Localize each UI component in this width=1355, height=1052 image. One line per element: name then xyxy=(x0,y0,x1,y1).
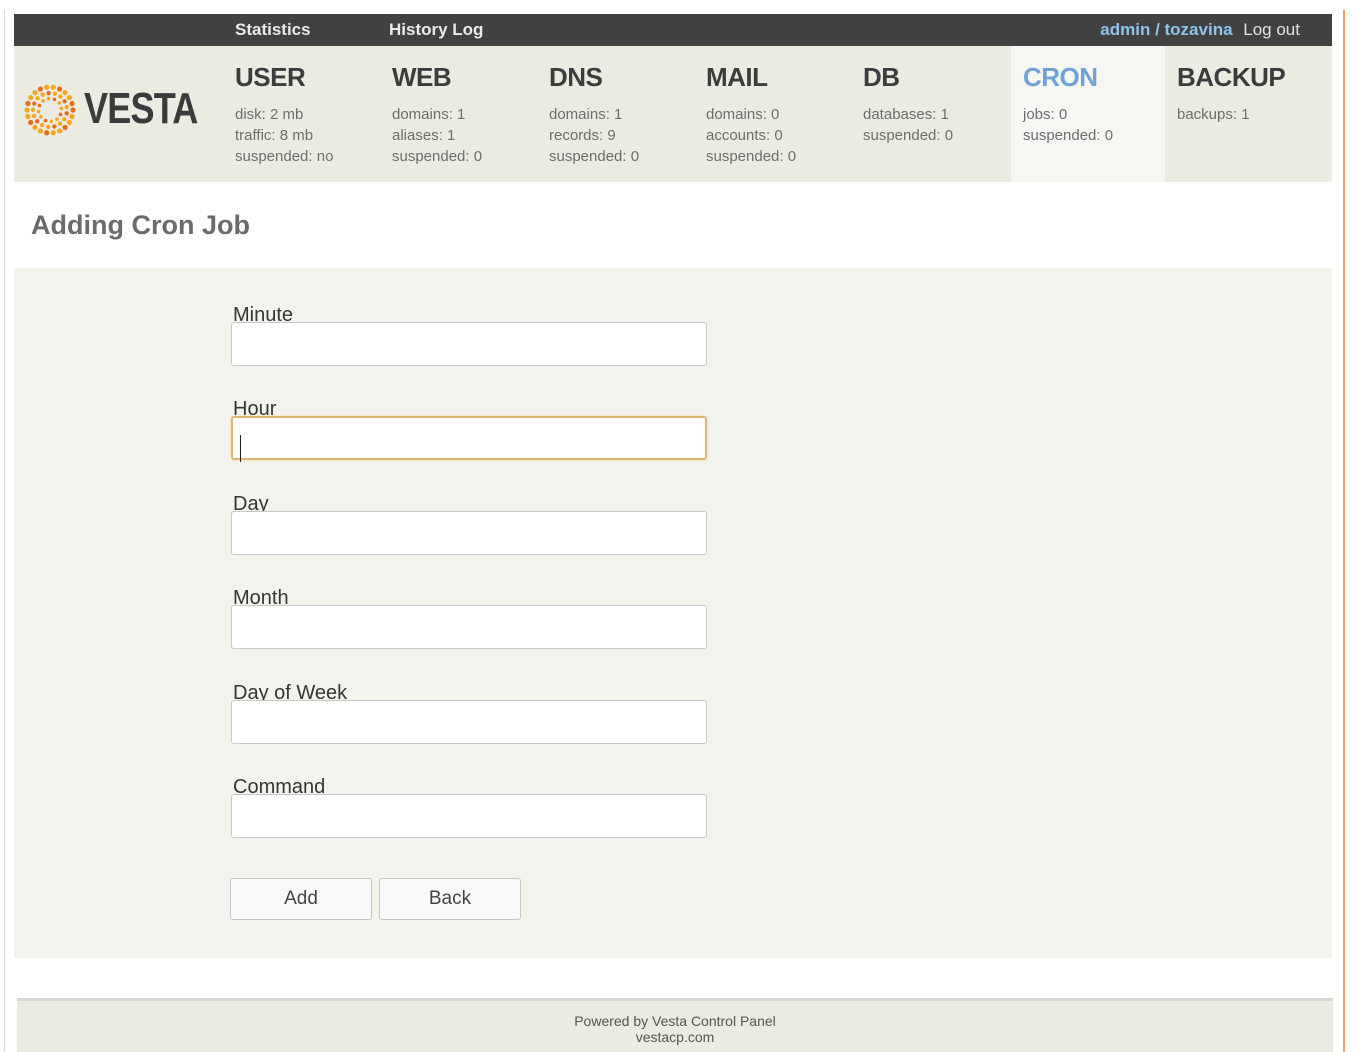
tab-db-title: DB xyxy=(863,62,900,92)
back-button[interactable]: Back xyxy=(379,878,521,920)
footer: Powered by Vesta Control Panel vestacp.c… xyxy=(17,998,1333,1052)
minute-input[interactable] xyxy=(231,322,707,366)
cron-form: Minute Hour Day Month Day of Week Comman… xyxy=(14,268,1332,958)
tab-user-stat: disk: 2 mb xyxy=(235,106,304,123)
tab-mail-title: MAIL xyxy=(706,62,768,92)
tab-web-stat: aliases: 1 xyxy=(392,127,456,144)
tab-db[interactable]: DB databases: 1 suspended: 0 xyxy=(851,46,1005,182)
page-border-left xyxy=(4,10,5,1052)
vesta-sun-logo-icon xyxy=(24,84,76,136)
tab-backup[interactable]: BACKUP backups: 1 xyxy=(1165,46,1319,182)
footer-powered-by: Powered by Vesta Control Panel xyxy=(574,1013,776,1029)
month-input[interactable] xyxy=(231,605,707,649)
page-border-right xyxy=(1343,10,1345,1052)
tab-backup-title: BACKUP xyxy=(1177,62,1286,92)
history-log-link[interactable]: History Log xyxy=(389,20,483,40)
day-input[interactable] xyxy=(231,511,707,555)
tab-dns-stat: suspended: 0 xyxy=(549,148,640,165)
tab-db-stat: suspended: 0 xyxy=(863,127,954,144)
hour-input[interactable] xyxy=(231,416,707,460)
tab-db-stat: databases: 1 xyxy=(863,106,949,123)
footer-site-link[interactable]: vestacp.com xyxy=(17,1029,1333,1045)
tab-web[interactable]: WEB domains: 1 aliases: 1 suspended: 0 xyxy=(380,46,534,182)
tab-user-title: USER xyxy=(235,62,306,92)
tab-cron-stat: suspended: 0 xyxy=(1023,127,1114,144)
tab-user[interactable]: USER disk: 2 mb traffic: 8 mb suspended:… xyxy=(223,46,377,182)
tab-mail[interactable]: MAIL domains: 0 accounts: 0 suspended: 0 xyxy=(694,46,848,182)
tab-dns-stat: records: 9 xyxy=(549,127,616,144)
user-area: admin / tozavina Log out xyxy=(1100,20,1300,40)
title-strip: Adding Cron Job xyxy=(14,192,1332,268)
vesta-logo[interactable]: VESTA xyxy=(24,82,198,138)
text-caret xyxy=(240,435,241,462)
add-button[interactable]: Add xyxy=(230,878,372,920)
logout-link[interactable]: Log out xyxy=(1243,20,1300,39)
top-bar: Statistics History Log admin / tozavina … xyxy=(14,14,1332,46)
tab-mail-stat: accounts: 0 xyxy=(706,127,783,144)
page-title: Adding Cron Job xyxy=(31,210,250,240)
tab-user-stat: traffic: 8 mb xyxy=(235,127,314,144)
tab-cron-stat: jobs: 0 xyxy=(1023,106,1068,123)
tab-web-title: WEB xyxy=(392,62,452,92)
command-input[interactable] xyxy=(231,794,707,838)
tab-cron[interactable]: CRON jobs: 0 suspended: 0 xyxy=(1011,46,1165,182)
tab-dns-stat: domains: 1 xyxy=(549,106,623,123)
tab-user-stat: suspended: no xyxy=(235,148,334,165)
tab-mail-stat: suspended: 0 xyxy=(706,148,797,165)
day-of-week-input[interactable] xyxy=(231,700,707,744)
tab-dns-title: DNS xyxy=(549,62,603,92)
tab-backup-stat: backups: 1 xyxy=(1177,106,1250,123)
tab-web-stat: suspended: 0 xyxy=(392,148,483,165)
statistics-link[interactable]: Statistics xyxy=(235,20,311,40)
tab-cron-title: CRON xyxy=(1023,62,1098,92)
user-name-link[interactable]: admin / tozavina xyxy=(1100,20,1232,39)
logo-text: VESTA xyxy=(84,84,198,133)
tab-web-stat: domains: 1 xyxy=(392,106,466,123)
tab-dns[interactable]: DNS domains: 1 records: 9 suspended: 0 xyxy=(537,46,691,182)
main-nav: VESTA USER disk: 2 mb traffic: 8 mb susp… xyxy=(14,46,1332,182)
page: Statistics History Log admin / tozavina … xyxy=(14,12,1333,1052)
tab-mail-stat: domains: 0 xyxy=(706,106,780,123)
